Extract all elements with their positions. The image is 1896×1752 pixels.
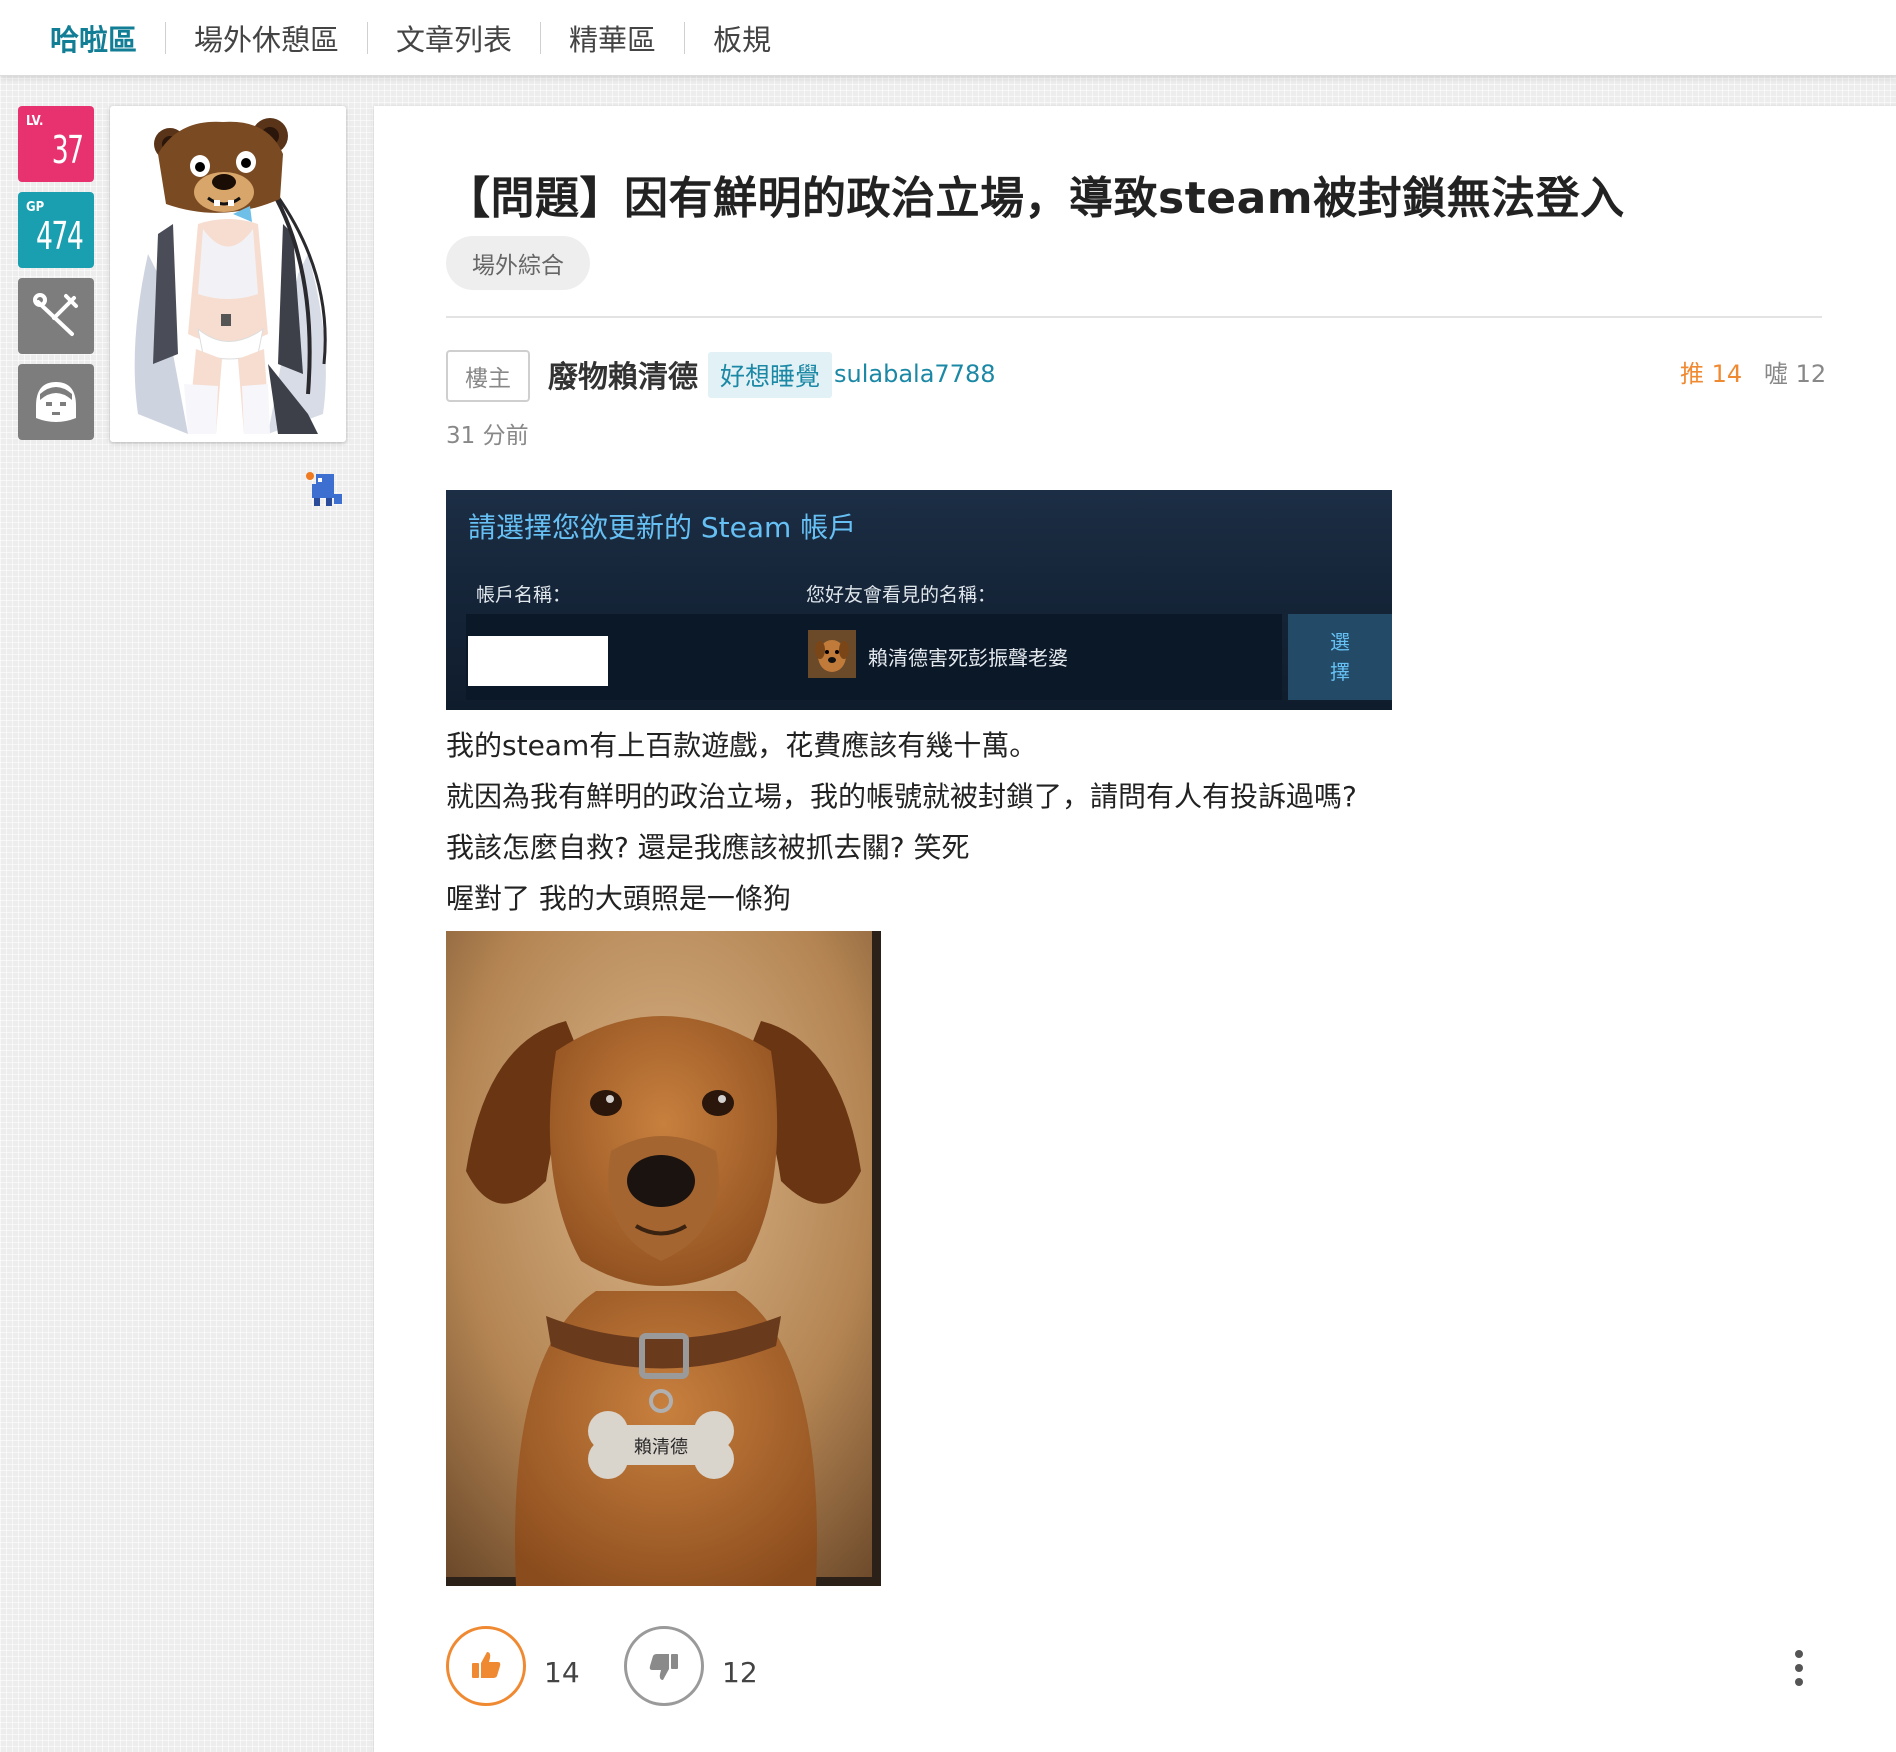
post-body-line: 就因為我有鮮明的政治立場，我的帳號就被封鎖了，請問有人有投訴過嗎? <box>446 780 1357 813</box>
divider <box>446 316 1822 318</box>
board-tag[interactable]: 場外綜合 <box>446 236 590 290</box>
author-title-badge: 好想睡覺 <box>708 352 833 398</box>
dot <box>1795 1678 1803 1686</box>
nav-item-article-list[interactable]: 文章列表 <box>368 20 540 57</box>
more-options-icon[interactable] <box>1784 1646 1814 1690</box>
nav-item-lounge[interactable]: 場外休憩區 <box>166 20 367 57</box>
face-badge[interactable] <box>18 364 94 440</box>
steam-col-account: 帳戶名稱： <box>476 584 572 606</box>
author-id-link[interactable]: sulabala7788 <box>834 360 995 388</box>
nav-item-featured[interactable]: 精華區 <box>541 20 684 57</box>
nav-item-hala[interactable]: 哈啦區 <box>50 20 165 57</box>
post-container: 【問題】因有鮮明的政治立場，導致steam被封鎖無法登入 場外綜合 樓主 廢物賴… <box>374 106 1896 1752</box>
steam-screenshot[interactable]: 請選擇您欲更新的 Steam 帳戶 帳戶名稱： 您好友會看見的名稱： 賴清德害死… <box>446 490 1392 710</box>
steam-select-label-2: 擇 <box>1330 660 1350 684</box>
top-nav: 哈啦區 場外休憩區 文章列表 精華區 板規 <box>0 0 1896 76</box>
like-count: 14 <box>544 1656 580 1689</box>
dog-photo[interactable]: 賴清德 <box>446 931 881 1586</box>
push-count: 推 14 <box>1680 360 1743 388</box>
dot <box>1795 1664 1803 1672</box>
gp-tag: GP <box>26 200 45 215</box>
avatar-illustration <box>118 114 338 434</box>
gp-value: 474 <box>35 214 84 258</box>
steam-col-nickname: 您好友會看見的名稱： <box>806 584 997 606</box>
floor-tag: 樓主 <box>446 350 530 402</box>
dot <box>1795 1650 1803 1658</box>
post-body-line: 我該怎麼自救? 還是我應該被抓去關? 笑死 <box>446 831 970 864</box>
gp-badge[interactable]: GP 474 <box>18 192 94 268</box>
post-body-line: 我的steam有上百款遊戲，花費應該有幾十萬。 <box>446 729 1038 762</box>
post-body: 我的steam有上百款遊戲，花費應該有幾十萬。 就因為我有鮮明的政治立場，我的帳… <box>446 720 1357 924</box>
post-time: 31 分前 <box>446 423 529 449</box>
post-body-line: 喔對了 我的大頭照是一條狗 <box>446 882 791 915</box>
author-name[interactable]: 廢物賴清德 <box>548 352 698 396</box>
dislike-button[interactable] <box>624 1626 704 1706</box>
steam-heading: 請選擇您欲更新的 Steam 帳戶 <box>468 511 857 544</box>
dislike-count: 12 <box>722 1656 758 1689</box>
thumbs-up-icon <box>472 1652 501 1678</box>
steam-select-label-1: 選 <box>1330 630 1350 654</box>
steam-dog-avatar <box>808 630 856 678</box>
post-title: 【問題】因有鮮明的政治立場，導致steam被封鎖無法登入 <box>446 173 1625 224</box>
steam-redaction-box <box>468 636 608 686</box>
thumbs-down-icon <box>649 1654 678 1680</box>
level-value: 37 <box>51 128 83 172</box>
wrench-icon <box>33 293 78 336</box>
steam-select-button: 選 擇 <box>1288 614 1392 700</box>
like-button[interactable] <box>446 1626 526 1706</box>
avatar[interactable] <box>110 106 346 442</box>
face-icon <box>36 382 76 422</box>
nav-item-rules[interactable]: 板規 <box>685 20 799 57</box>
dog-tag-text: 賴清德 <box>634 1437 688 1458</box>
tool-badge[interactable] <box>18 278 94 354</box>
pet-sprite-icon <box>306 472 342 506</box>
steam-nickname: 賴清德害死彭振聲老婆 <box>868 646 1068 670</box>
boo-count: 噓 12 <box>1764 360 1827 388</box>
level-badge[interactable]: LV. 37 <box>18 106 94 182</box>
level-tag: LV. <box>26 114 44 129</box>
